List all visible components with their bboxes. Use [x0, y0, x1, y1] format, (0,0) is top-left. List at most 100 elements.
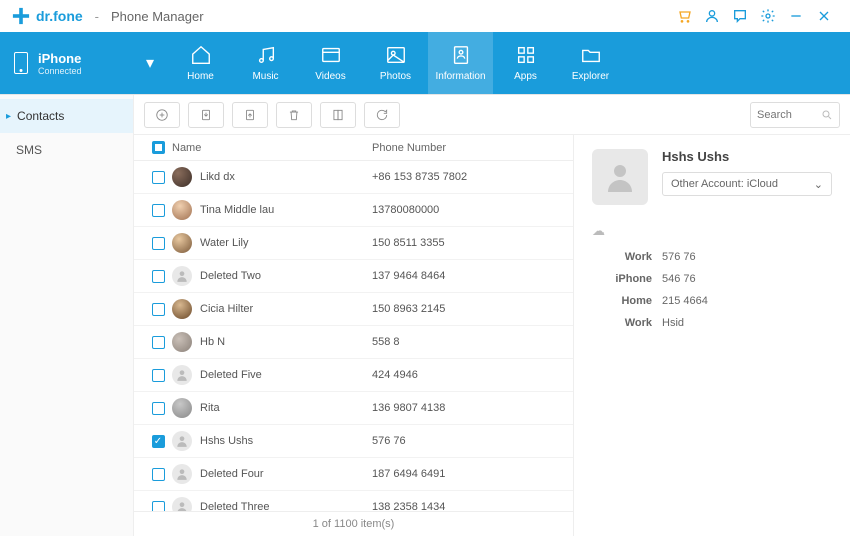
- avatar: [172, 464, 192, 484]
- table-row[interactable]: Hb N558 8: [134, 326, 573, 359]
- cart-icon[interactable]: [670, 2, 698, 30]
- sidebar-item-contacts[interactable]: Contacts: [0, 99, 133, 133]
- nav-information[interactable]: Information: [428, 32, 493, 94]
- field-value: 546 76: [662, 273, 696, 285]
- field-label: Work: [592, 251, 652, 263]
- sidebar-item-sms[interactable]: SMS: [0, 133, 133, 167]
- row-checkbox[interactable]: [152, 501, 165, 512]
- avatar: [172, 167, 192, 187]
- avatar: [172, 398, 192, 418]
- device-selector[interactable]: iPhone Connected ▾: [0, 32, 168, 94]
- nav-home[interactable]: Home: [168, 32, 233, 94]
- table-row[interactable]: Hshs Ushs576 76: [134, 425, 573, 458]
- drfone-logo-icon: [12, 7, 30, 25]
- table-row[interactable]: Deleted Four187 6494 6491: [134, 458, 573, 491]
- contact-phone: 136 9807 4138: [372, 398, 563, 418]
- contact-phone: 13780080000: [372, 200, 563, 220]
- table-row[interactable]: Cicia Hilter 150 8963 2145: [134, 293, 573, 326]
- row-checkbox[interactable]: [152, 336, 165, 349]
- window-titlebar: dr.fone - Phone Manager: [0, 0, 850, 32]
- contact-name: Cicia Hilter: [200, 303, 253, 315]
- field-value: 576 76: [662, 251, 696, 263]
- table-row[interactable]: Deleted Two137 9464 8464: [134, 260, 573, 293]
- row-checkbox[interactable]: [152, 171, 165, 184]
- contacts-list: Name Phone Number Likd dx +86 153 8735 78…: [134, 135, 574, 536]
- table-row[interactable]: Tina Middle lau 13780080000: [134, 194, 573, 227]
- avatar: [172, 431, 192, 451]
- field-label: Work: [592, 317, 652, 329]
- import-button[interactable]: [188, 102, 224, 128]
- nav-explorer[interactable]: Explorer: [558, 32, 623, 94]
- list-footer: 1 of 1100 item(s): [134, 511, 573, 536]
- column-phone[interactable]: Phone Number: [372, 141, 563, 154]
- feedback-icon[interactable]: [726, 2, 754, 30]
- avatar: [172, 332, 192, 352]
- detail-field: Work 576 76: [592, 251, 832, 263]
- app-logo: dr.fone - Phone Manager: [12, 7, 204, 25]
- list-header: Name Phone Number: [134, 135, 573, 161]
- phone-icon: [14, 52, 28, 74]
- chevron-down-icon: ⌄: [814, 178, 823, 191]
- row-checkbox[interactable]: [152, 270, 165, 283]
- brand-name: dr.fone: [36, 8, 83, 24]
- user-icon[interactable]: [698, 2, 726, 30]
- avatar: [172, 299, 192, 319]
- settings-icon[interactable]: [754, 2, 782, 30]
- row-checkbox[interactable]: [152, 369, 165, 382]
- contact-name: Tina Middle lau: [200, 204, 274, 216]
- contact-phone: 187 6494 6491: [372, 464, 563, 484]
- row-checkbox[interactable]: [152, 435, 165, 448]
- contact-name: Hshs Ushs: [200, 435, 253, 447]
- contact-detail: Hshs Ushs Other Account: iCloud ⌄ ☁ Work…: [574, 135, 850, 536]
- select-all-checkbox[interactable]: [152, 141, 165, 154]
- field-value: 215 4664: [662, 295, 708, 307]
- row-checkbox[interactable]: [152, 468, 165, 481]
- row-checkbox[interactable]: [152, 303, 165, 316]
- contact-name: Rita: [200, 402, 220, 414]
- merge-button[interactable]: [320, 102, 356, 128]
- field-label: Home: [592, 295, 652, 307]
- contact-phone: 150 8963 2145: [372, 299, 563, 319]
- toolbar: [134, 95, 850, 135]
- table-row[interactable]: Rita 136 9807 4138: [134, 392, 573, 425]
- search-box[interactable]: [750, 102, 840, 128]
- device-status: Connected: [38, 66, 82, 76]
- table-row[interactable]: Deleted Five 424 4946: [134, 359, 573, 392]
- nav-videos[interactable]: Videos: [298, 32, 363, 94]
- avatar: [172, 233, 192, 253]
- contact-phone: +86 153 8735 7802: [372, 167, 563, 187]
- column-name[interactable]: Name: [172, 141, 372, 154]
- nav-photos[interactable]: Photos: [363, 32, 428, 94]
- delete-button[interactable]: [276, 102, 312, 128]
- close-button[interactable]: [810, 2, 838, 30]
- detail-avatar[interactable]: [592, 149, 648, 205]
- detail-field: iPhone546 76: [592, 273, 832, 285]
- contact-name: Likd dx: [200, 171, 235, 183]
- chevron-down-icon: ▾: [146, 53, 154, 73]
- contact-name: Hb N: [200, 336, 225, 348]
- nav-apps[interactable]: Apps: [493, 32, 558, 94]
- export-button[interactable]: [232, 102, 268, 128]
- sidebar: Contacts SMS: [0, 95, 134, 536]
- detail-contact-name: Hshs Ushs: [662, 149, 832, 164]
- detail-field: Home 215 4664: [592, 295, 832, 307]
- contact-phone: 424 4946: [372, 365, 563, 385]
- search-input[interactable]: [757, 109, 821, 121]
- nav-music[interactable]: Music: [233, 32, 298, 94]
- refresh-button[interactable]: [364, 102, 400, 128]
- contact-name: Deleted Three: [200, 501, 270, 511]
- table-row[interactable]: Deleted Three138 2358 1434: [134, 491, 573, 511]
- account-selector[interactable]: Other Account: iCloud ⌄: [662, 172, 832, 196]
- minimize-button[interactable]: [782, 2, 810, 30]
- contact-name: Deleted Five: [200, 369, 262, 381]
- avatar: [172, 497, 192, 511]
- table-row[interactable]: Water Lily150 8511 3355: [134, 227, 573, 260]
- main-navbar: iPhone Connected ▾ Home Music Videos Pho…: [0, 32, 850, 94]
- contact-phone: 137 9464 8464: [372, 266, 563, 286]
- add-button[interactable]: [144, 102, 180, 128]
- contact-name: Water Lily: [200, 237, 249, 249]
- row-checkbox[interactable]: [152, 237, 165, 250]
- row-checkbox[interactable]: [152, 204, 165, 217]
- row-checkbox[interactable]: [152, 402, 165, 415]
- table-row[interactable]: Likd dx +86 153 8735 7802: [134, 161, 573, 194]
